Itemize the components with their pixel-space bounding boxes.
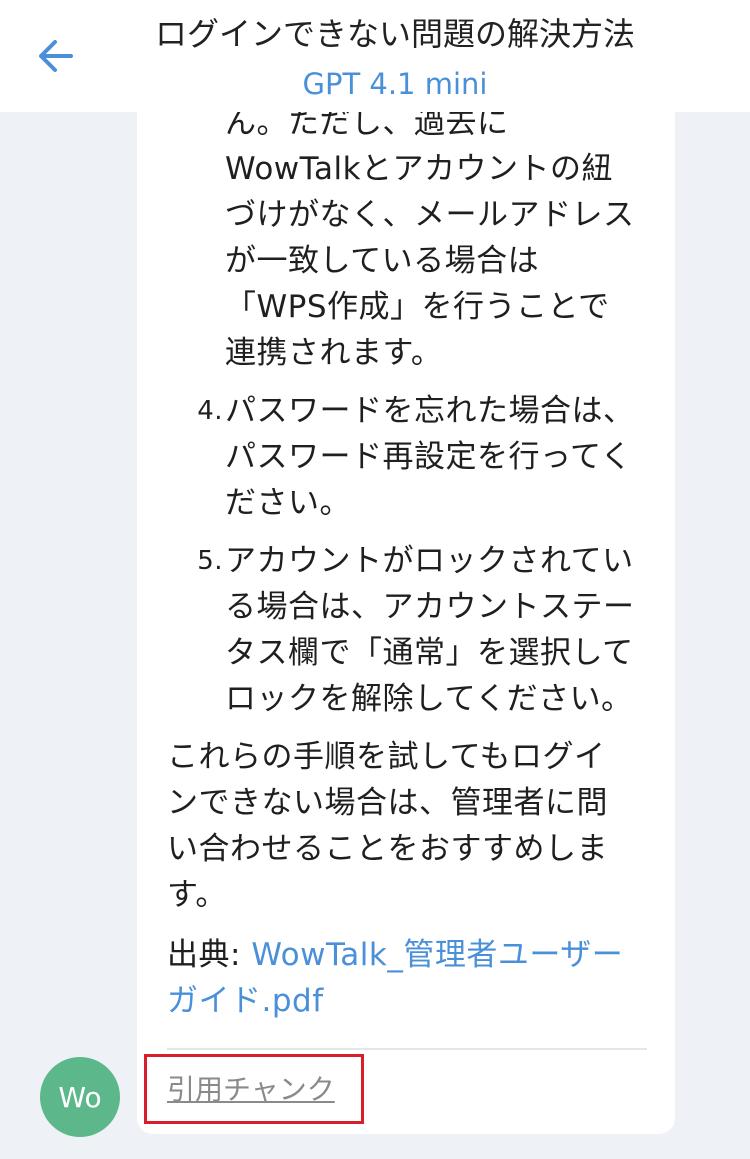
source-label: 出典: — [167, 937, 252, 973]
arrow-left-icon — [39, 40, 73, 72]
quoted-chunk-link[interactable]: 引用チャンク — [167, 1070, 335, 1110]
chat-area[interactable]: ん。ただし、過去に WowTalkとアカウントの紐 づけがなく、メールアドレス … — [0, 112, 750, 1159]
divider — [167, 1048, 647, 1050]
model-name[interactable]: GPT 4.1 mini — [100, 64, 690, 104]
list-number: 5. — [197, 546, 223, 576]
list-item: 5. アカウントがロックされてい る場合は、アカウントステー タス欄で「通常」を… — [167, 538, 657, 722]
list-number: 4. — [197, 396, 223, 426]
list-item-text: ん。ただし、過去に WowTalkとアカウントの紐 づけがなく、メールアドレス … — [225, 112, 635, 371]
avatar[interactable]: Wo — [40, 1057, 120, 1137]
message-content: ん。ただし、過去に WowTalkとアカウントの紐 づけがなく、メールアドレス … — [167, 112, 657, 1024]
assistant-message-bubble: ん。ただし、過去に WowTalkとアカウントの紐 づけがなく、メールアドレス … — [137, 112, 675, 1134]
list-item-text: パスワードを忘れた場合は、 パスワード再設定を行ってく ださい。 — [225, 393, 635, 521]
list-item: ん。ただし、過去に WowTalkとアカウントの紐 づけがなく、メールアドレス … — [167, 112, 657, 376]
closing-paragraph: これらの手順を試してもログイ ンできない場合は、管理者に問 い合わせることをおす… — [167, 739, 608, 913]
list-item: 4. パスワードを忘れた場合は、 パスワード再設定を行ってく ださい。 — [167, 388, 657, 526]
chat-title: ログインできない問題の解決方法 — [154, 15, 635, 53]
source-line: 出典: WowTalk_管理者ユーザー ガイド.pdf — [167, 932, 657, 1024]
back-button[interactable] — [30, 30, 82, 82]
chat-header: ログインできない問題の解決方法 GPT 4.1 mini — [0, 0, 750, 112]
list-item-text: アカウントがロックされてい る場合は、アカウントステー タス欄で「通常」を選択し… — [225, 543, 635, 717]
